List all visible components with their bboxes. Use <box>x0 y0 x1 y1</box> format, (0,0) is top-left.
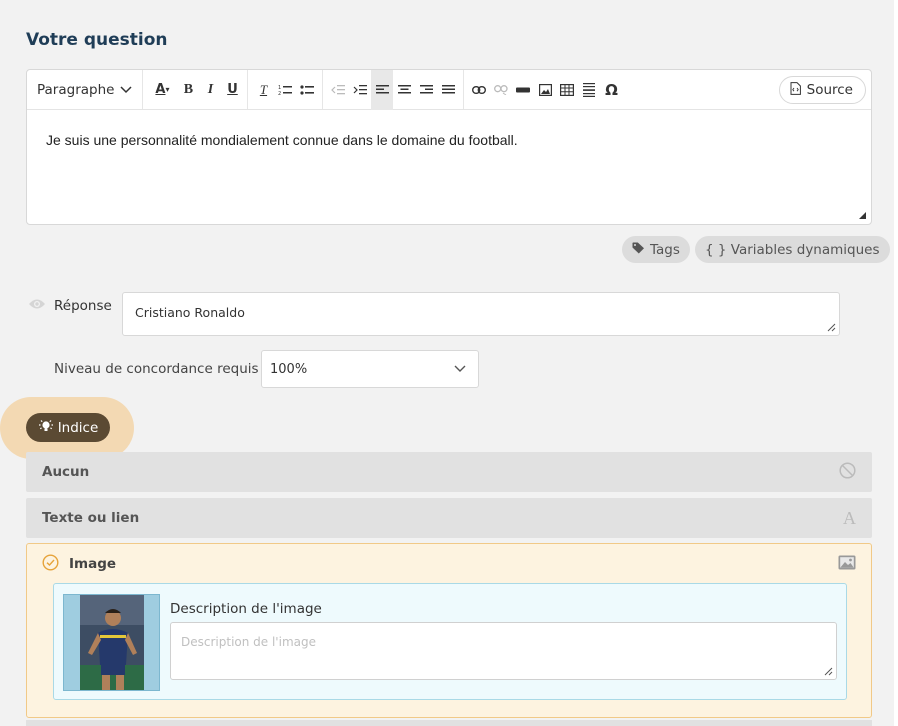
resize-grip-icon[interactable] <box>826 322 836 332</box>
font-color-button[interactable]: A ▾ <box>147 77 177 103</box>
niveau-select[interactable]: 100% <box>261 350 479 388</box>
source-code-icon <box>790 81 801 99</box>
align-center-icon[interactable] <box>393 77 415 103</box>
check-circle-icon <box>42 553 59 575</box>
svg-text:2: 2 <box>278 91 281 96</box>
description-input[interactable]: Description de l'image <box>170 622 837 680</box>
football-player-image[interactable] <box>63 594 160 691</box>
table-icon[interactable] <box>556 77 578 103</box>
remove-format-button[interactable]: T <box>252 77 274 103</box>
ban-icon <box>839 461 856 483</box>
align-justify-icon[interactable] <box>437 77 459 103</box>
anchor-icon[interactable] <box>512 77 534 103</box>
editor-toolbar: Paragraphe A ▾ B I U T 12 Ω Source <box>27 69 871 110</box>
tag-icon <box>632 242 645 258</box>
reponse-label-group: Réponse <box>28 298 112 314</box>
lightbulb-icon <box>38 419 54 437</box>
chevron-down-icon <box>120 82 132 98</box>
editor-resize-handle[interactable] <box>859 212 866 219</box>
reponse-input[interactable]: Cristiano Ronaldo <box>122 292 840 336</box>
tags-button[interactable]: Tags <box>622 236 690 263</box>
align-right-icon[interactable] <box>415 77 437 103</box>
next-option-strip <box>26 720 872 726</box>
text-icon: A <box>843 507 856 528</box>
reponse-label: Réponse <box>54 298 112 314</box>
toolbar-group-lists: T 12 <box>248 70 324 109</box>
underline-button[interactable]: U <box>221 77 243 103</box>
source-button-label: Source <box>806 82 853 98</box>
reponse-value: Cristiano Ronaldo <box>135 305 245 320</box>
indice-button-label: Indice <box>57 419 99 436</box>
dynamic-variables-button[interactable]: { } Variables dynamiques <box>695 236 890 263</box>
option-image[interactable]: Image Description de l'image Description… <box>26 543 872 718</box>
option-image-label: Image <box>69 556 117 572</box>
option-image-title: Image <box>42 553 117 575</box>
link-icon[interactable] <box>468 77 490 103</box>
outdent-icon[interactable] <box>327 77 349 103</box>
horizontal-line-icon[interactable] <box>578 77 600 103</box>
option-aucun-label: Aucun <box>42 464 90 480</box>
source-button[interactable]: Source <box>778 76 866 104</box>
special-char-icon[interactable]: Ω <box>600 77 622 103</box>
italic-button[interactable]: I <box>199 77 221 103</box>
option-texte-lien[interactable]: Texte ou lien A <box>26 498 872 538</box>
toolbar-group-insert: Ω <box>464 70 626 109</box>
page-title: Votre question <box>26 30 168 50</box>
chevron-down-icon <box>454 362 466 377</box>
resize-grip-icon[interactable] <box>823 666 833 676</box>
format-dropdown[interactable]: Paragraphe <box>27 70 144 109</box>
rich-text-editor: Paragraphe A ▾ B I U T 12 Ω Source Je su… <box>26 69 872 225</box>
niveau-selected-value: 100% <box>270 361 308 377</box>
niveau-label: Niveau de concordance requis <box>54 361 259 377</box>
image-icon <box>838 555 856 574</box>
page-right-edge <box>894 0 898 726</box>
numbered-list-icon[interactable]: 12 <box>274 77 296 103</box>
image-panel: Description de l'image Description de l'… <box>53 583 847 700</box>
toolbar-group-text: A ▾ B I U <box>143 70 249 109</box>
option-image-header: Image <box>27 544 871 584</box>
tags-button-label: Tags <box>650 241 680 258</box>
editor-content[interactable]: Je suis une personnalité mondialement co… <box>27 110 871 170</box>
eye-icon[interactable] <box>28 298 46 314</box>
indice-button[interactable]: Indice <box>26 413 110 442</box>
align-left-icon[interactable] <box>371 69 394 110</box>
unlink-icon[interactable] <box>490 77 512 103</box>
bullet-list-icon[interactable] <box>296 77 318 103</box>
image-insert-icon[interactable] <box>534 77 556 103</box>
format-dropdown-label: Paragraphe <box>37 81 115 98</box>
dynamic-variables-label: { } Variables dynamiques <box>705 241 880 258</box>
option-aucun[interactable]: Aucun <box>26 452 872 492</box>
indent-icon[interactable] <box>349 77 371 103</box>
bold-button[interactable]: B <box>177 77 199 103</box>
toolbar-group-indent <box>323 69 465 110</box>
description-label: Description de l'image <box>170 601 322 617</box>
option-texte-label: Texte ou lien <box>42 510 140 526</box>
description-placeholder: Description de l'image <box>181 635 316 649</box>
